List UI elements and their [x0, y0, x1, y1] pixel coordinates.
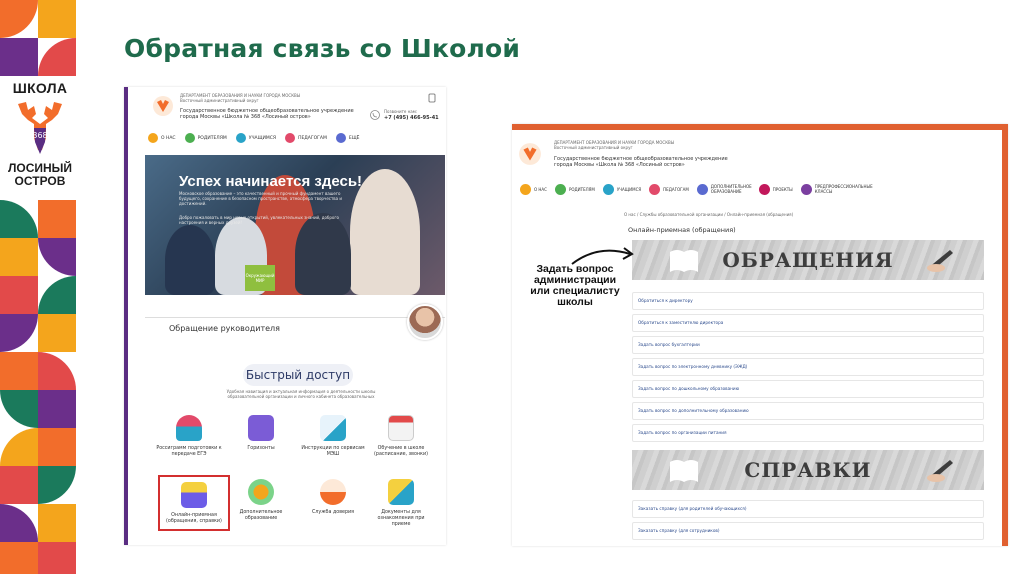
moose-icon: 368 — [18, 102, 62, 154]
request-link-director[interactable]: Обратиться к директору — [632, 292, 984, 310]
nav-item-extra-education[interactable]: ДОПОЛНИТЕЛЬНОЕ ОБРАЗОВАНИЕ — [696, 183, 752, 195]
hero-banner: Окружающий МИР Успех начинается здесь! М… — [145, 155, 445, 295]
nav-item-projects[interactable]: ПРОЕКТЫ — [758, 183, 793, 195]
certificate-link-staff[interactable]: Заказать справку (для сотрудников) — [632, 522, 984, 540]
extra-education-icon — [696, 183, 708, 195]
left-district-line: Восточный административный округ — [180, 98, 259, 103]
logo-line-3: ОСТРОВ — [14, 174, 66, 188]
writing-hand-icon — [927, 460, 953, 482]
tile-horizons[interactable]: Горизонты — [228, 415, 294, 452]
hero-figure — [165, 225, 215, 295]
horizons-icon — [248, 415, 274, 441]
request-link-preschool[interactable]: Задать вопрос по дошкольному образованию — [632, 380, 984, 398]
director-avatar — [407, 304, 443, 340]
tile-schedule[interactable]: Обучение в школе (расписание, звонки) — [368, 415, 434, 458]
director-address-label: Обращение руководителя — [169, 324, 280, 333]
nav-item-teachers[interactable]: ПЕДАГОГАМ — [285, 133, 327, 143]
calendar-icon — [388, 415, 414, 441]
nav-item-students[interactable]: УЧАЩИМСЯ — [235, 133, 276, 143]
tile-ege-prep[interactable]: Россиграмм подготовки к передаче ЕГЭ — [156, 415, 222, 458]
hero-text-2: Добро пожаловать в мир новых открытий, у… — [179, 215, 339, 225]
documents-icon — [388, 479, 414, 505]
hero-text: Московское образование – это качественны… — [179, 191, 342, 206]
parents-icon — [184, 133, 195, 143]
more-icon — [335, 133, 346, 143]
nav-item-about[interactable]: О НАС — [520, 183, 547, 195]
teachers-icon — [649, 183, 661, 195]
tile-online-reception[interactable]: Онлайн-приемная (обращения, справки) — [158, 475, 230, 531]
teachers-icon — [285, 133, 296, 143]
right-main-nav: О НАС РОДИТЕЛЯМ УЧАЩИМСЯ ПЕДАГОГАМ ДОПОЛ… — [520, 182, 990, 196]
hero-figure — [295, 213, 351, 295]
right-site-header: ДЕПАРТАМЕНТ ОБРАЗОВАНИЯ И НАУКИ ГОРОДА М… — [518, 140, 978, 180]
quick-access-heading: Быстрый доступ — [243, 364, 353, 386]
writing-hand-icon — [927, 250, 953, 272]
hands-icon — [320, 479, 346, 505]
quick-access-description: Удобная навигация и актуальная информаци… — [226, 389, 376, 399]
hero-title: Успех начинается здесь! — [179, 173, 363, 190]
people-icon — [176, 415, 202, 441]
about-icon — [520, 183, 531, 195]
nav-item-about[interactable]: О НАС — [148, 133, 176, 143]
left-site-header: ДЕПАРТАМЕНТ ОБРАЗОВАНИЯ И НАУКИ ГОРОДА М… — [140, 93, 440, 133]
request-link-extra-education[interactable]: Задать вопрос по дополнительному образов… — [632, 402, 984, 420]
projects-icon — [758, 183, 770, 195]
left-school-name: Государственное бюджетное общеобразовате… — [180, 108, 354, 120]
parents-icon — [554, 183, 566, 195]
students-icon — [602, 183, 614, 195]
request-link-accounting[interactable]: Задать вопрос бухгалтерии — [632, 336, 984, 354]
director-address-row[interactable]: Обращение руководителя — [145, 304, 445, 341]
phone-icon — [370, 110, 380, 120]
request-link-nutrition[interactable]: Задать вопрос по организации питания — [632, 424, 984, 442]
students-icon — [235, 133, 246, 143]
nav-item-more[interactable]: ЕЩЁ — [335, 133, 360, 143]
right-district-line: Восточный административный округ — [554, 145, 633, 150]
certificate-link-parents[interactable]: Заказать справку (для родителей обучающи… — [632, 500, 984, 518]
school-logo: ШКОЛА 368 ЛОСИНЫЙ ОСТРОВ — [4, 80, 76, 198]
page-title: Онлайн-приемная (обращения) — [628, 226, 736, 234]
svg-text:368: 368 — [32, 131, 47, 140]
left-website-screenshot: ДЕПАРТАМЕНТ ОБРАЗОВАНИЯ И НАУКИ ГОРОДА М… — [124, 87, 446, 545]
lightbulb-icon — [248, 479, 274, 505]
request-link-ejd[interactable]: Задать вопрос по электронному дневнику (… — [632, 358, 984, 376]
call-label: Позвоните нам: — [384, 109, 418, 114]
logo-line-1: ШКОЛА — [12, 80, 68, 96]
preprof-icon — [800, 183, 812, 195]
about-icon — [148, 133, 158, 143]
nav-item-preprof[interactable]: ПРЕДПРОФЕССИОНАЛЬНЫЕ КЛАССЫ — [800, 183, 873, 195]
tile-trust-service[interactable]: Служба доверия — [300, 479, 366, 516]
instructions-icon — [320, 415, 346, 441]
reception-form-icon — [181, 482, 207, 508]
tile-admission-docs[interactable]: Документы для ознакомления при приеме — [368, 479, 434, 528]
left-main-nav: О НАС РОДИТЕЛЯМ УЧАЩИМСЯ ПЕДАГОГАМ ЕЩЁ — [148, 131, 438, 145]
phone-number[interactable]: +7 (495) 466-95-41 — [384, 115, 439, 121]
callout-text: Задать вопрос администрации или специали… — [530, 263, 620, 308]
right-website-screenshot: ДЕПАРТАМЕНТ ОБРАЗОВАНИЯ И НАУКИ ГОРОДА М… — [512, 124, 1008, 546]
nav-item-parents[interactable]: РОДИТЕЛЯМ — [554, 183, 595, 195]
book-cover: Окружающий МИР — [245, 265, 275, 291]
nav-item-parents[interactable]: РОДИТЕЛЯМ — [184, 133, 227, 143]
school-emblem-icon — [519, 143, 541, 165]
slide-title: Обратная связь со Школой — [124, 34, 521, 63]
tile-mesh-instructions[interactable]: Инструкции по сервисам МЭШ — [300, 415, 366, 458]
requests-banner: ОБРАЩЕНИЯ — [632, 240, 984, 280]
request-link-deputy[interactable]: Обратиться к заместителю директора — [632, 314, 984, 332]
right-school-name: Государственное бюджетное общеобразовате… — [554, 156, 728, 168]
nav-item-students[interactable]: УЧАЩИМСЯ — [602, 183, 641, 195]
tile-extra-education[interactable]: Дополнительное образование — [228, 479, 294, 522]
breadcrumb[interactable]: О нас / Службы образовательной организац… — [624, 212, 793, 217]
accessibility-icon[interactable] — [428, 93, 436, 103]
school-emblem-icon — [153, 96, 173, 116]
certificates-banner: СПРАВКИ — [632, 450, 984, 490]
nav-item-teachers[interactable]: ПЕДАГОГАМ — [649, 183, 689, 195]
